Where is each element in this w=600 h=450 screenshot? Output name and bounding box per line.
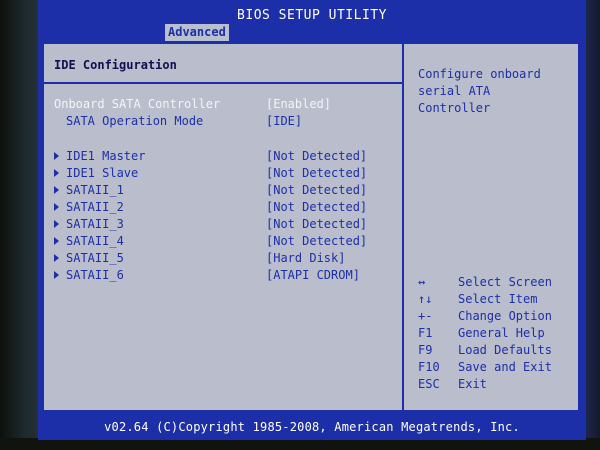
device-label: SATAII_2: [66, 200, 124, 214]
device-label: IDE1 Slave: [66, 166, 139, 180]
submenu-arrow-icon: [54, 203, 59, 211]
setting-label: SATA Operation Mode: [66, 114, 204, 128]
device-status: [Not Detected]: [266, 166, 368, 180]
setting-value[interactable]: [Enabled]: [266, 96, 331, 112]
device-status: [Not Detected]: [266, 217, 368, 231]
key-label: F10: [418, 360, 440, 374]
help-divider: [402, 44, 404, 410]
device-sataii-3[interactable]: SATAII_3 [Not Detected]: [54, 216, 394, 232]
help-line: serial ATA: [418, 84, 491, 98]
device-ide1-master[interactable]: IDE1 Master [Not Detected]: [54, 148, 394, 164]
monitor-bezel-left: [0, 0, 42, 450]
submenu-arrow-icon: [54, 254, 59, 262]
key-label: +-: [418, 309, 433, 323]
help-line: Configure onboard: [418, 67, 541, 81]
key-description: Select Screen: [458, 275, 552, 289]
device-label: IDE1 Master: [66, 149, 146, 163]
key-label: ↔: [418, 275, 426, 289]
submenu-arrow-icon: [54, 152, 59, 160]
device-label: SATAII_5: [66, 251, 124, 265]
device-status: [Not Detected]: [266, 183, 368, 197]
submenu-arrow-icon: [54, 186, 59, 194]
device-status: [Not Detected]: [266, 234, 368, 248]
key-description: Load Defaults: [458, 343, 552, 357]
setting-value[interactable]: [IDE]: [266, 113, 302, 129]
submenu-arrow-icon: [54, 237, 59, 245]
key-description: General Help: [458, 326, 545, 340]
main-panel: IDE Configuration Onboard SATA Controlle…: [42, 42, 580, 412]
help-line: Controller: [418, 101, 491, 115]
key-description: Exit: [458, 377, 487, 391]
tab-advanced[interactable]: Advanced: [165, 24, 229, 41]
device-sataii-4[interactable]: SATAII_4 [Not Detected]: [54, 233, 394, 249]
bios-screen: BIOS SETUP UTILITY Advanced IDE Configur…: [38, 0, 586, 440]
section-divider: [44, 82, 402, 84]
device-ide1-slave[interactable]: IDE1 Slave [Not Detected]: [54, 165, 394, 181]
copyright-footer: v02.64 (C)Copyright 1985-2008, American …: [104, 420, 520, 434]
setting-onboard-sata-controller[interactable]: Onboard SATA Controller [Enabled]: [54, 96, 394, 112]
key-description: Change Option: [458, 309, 552, 323]
key-description: Select Item: [458, 292, 538, 306]
section-title: IDE Configuration: [54, 58, 177, 72]
submenu-arrow-icon: [54, 271, 59, 279]
key-label: ↑↓: [418, 292, 433, 306]
setting-label: Onboard SATA Controller: [54, 97, 221, 111]
device-sataii-5[interactable]: SATAII_5 [Hard Disk]: [54, 250, 394, 266]
device-status: [Hard Disk]: [266, 251, 346, 265]
help-description: Configure onboard serial ATA Controller: [418, 66, 578, 117]
submenu-arrow-icon: [54, 220, 59, 228]
device-status: [Not Detected]: [266, 200, 368, 214]
device-sataii-1[interactable]: SATAII_1 [Not Detected]: [54, 182, 394, 198]
device-label: SATAII_4: [66, 234, 124, 248]
key-label: F9: [418, 343, 433, 357]
submenu-arrow-icon: [54, 169, 59, 177]
setting-sata-operation-mode[interactable]: SATA Operation Mode [IDE]: [66, 113, 396, 129]
device-label: SATAII_1: [66, 183, 124, 197]
key-label: ESC: [418, 377, 440, 391]
device-sataii-2[interactable]: SATAII_2 [Not Detected]: [54, 199, 394, 215]
device-status: [Not Detected]: [266, 149, 368, 163]
device-label: SATAII_6: [66, 268, 124, 282]
key-label: F1: [418, 326, 433, 340]
device-sataii-6[interactable]: SATAII_6 [ATAPI CDROM]: [54, 267, 394, 283]
device-label: SATAII_3: [66, 217, 124, 231]
key-description: Save and Exit: [458, 360, 552, 374]
device-status: [ATAPI CDROM]: [266, 268, 360, 282]
bios-title: BIOS SETUP UTILITY: [237, 8, 387, 23]
